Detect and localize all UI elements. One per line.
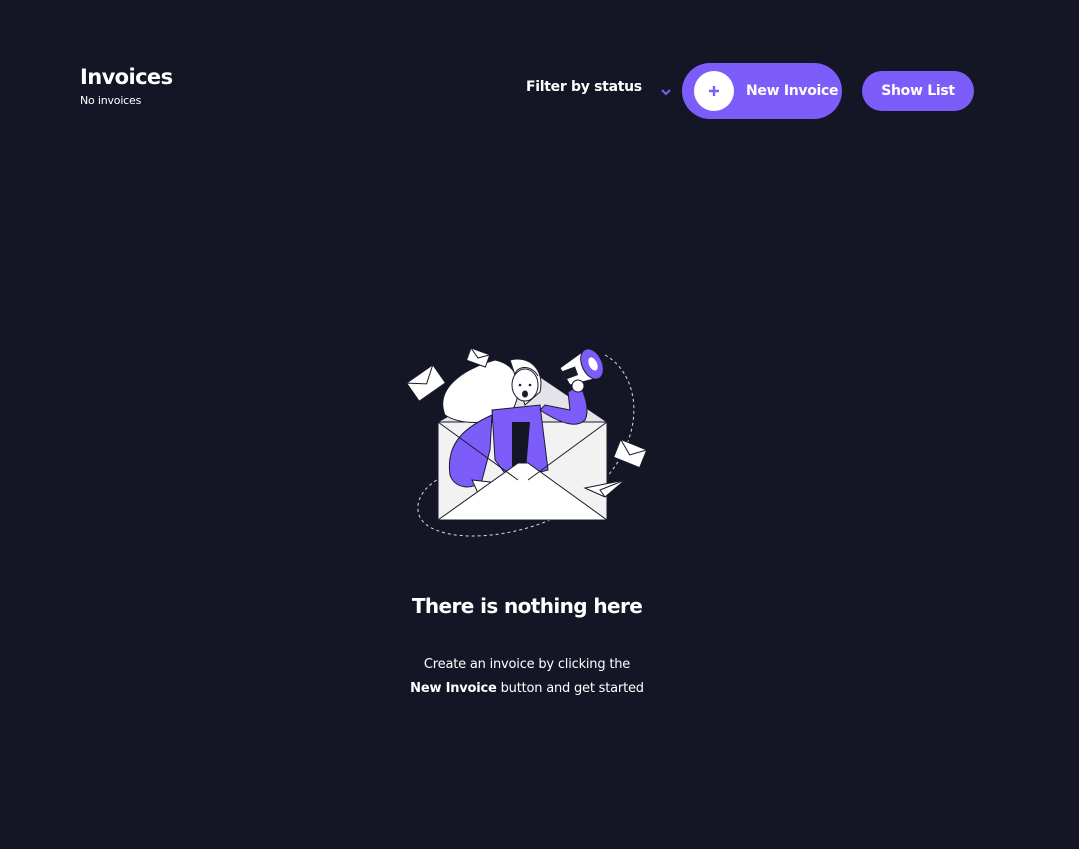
chevron-down-icon <box>660 83 672 96</box>
empty-state-line-2-rest: button and get started <box>496 681 644 696</box>
plus-icon <box>694 71 734 111</box>
empty-state-title: There is nothing here <box>411 594 643 618</box>
empty-state-line-2: New Invoice button and get started <box>0 677 1054 701</box>
filter-label: Filter by status <box>526 79 642 95</box>
page-header: Invoices No invoices <box>80 64 173 108</box>
filter-by-status-dropdown[interactable]: Filter by status <box>526 79 672 96</box>
page-title: Invoices <box>80 65 173 89</box>
invoice-count: No invoices <box>80 94 142 107</box>
new-invoice-button[interactable]: New Invoice <box>682 63 842 119</box>
invoices-page: Invoices No invoices Filter by status Ne… <box>0 0 1079 849</box>
empty-state-new-invoice-emphasis: New Invoice <box>410 681 497 696</box>
empty-state-description: Create an invoice by clicking the New In… <box>0 653 1054 701</box>
empty-state-line-1: Create an invoice by clicking the <box>423 657 631 672</box>
show-list-button[interactable]: Show List <box>862 71 974 111</box>
new-invoice-label: New Invoice <box>746 83 839 99</box>
empty-state-illustration <box>400 330 660 545</box>
